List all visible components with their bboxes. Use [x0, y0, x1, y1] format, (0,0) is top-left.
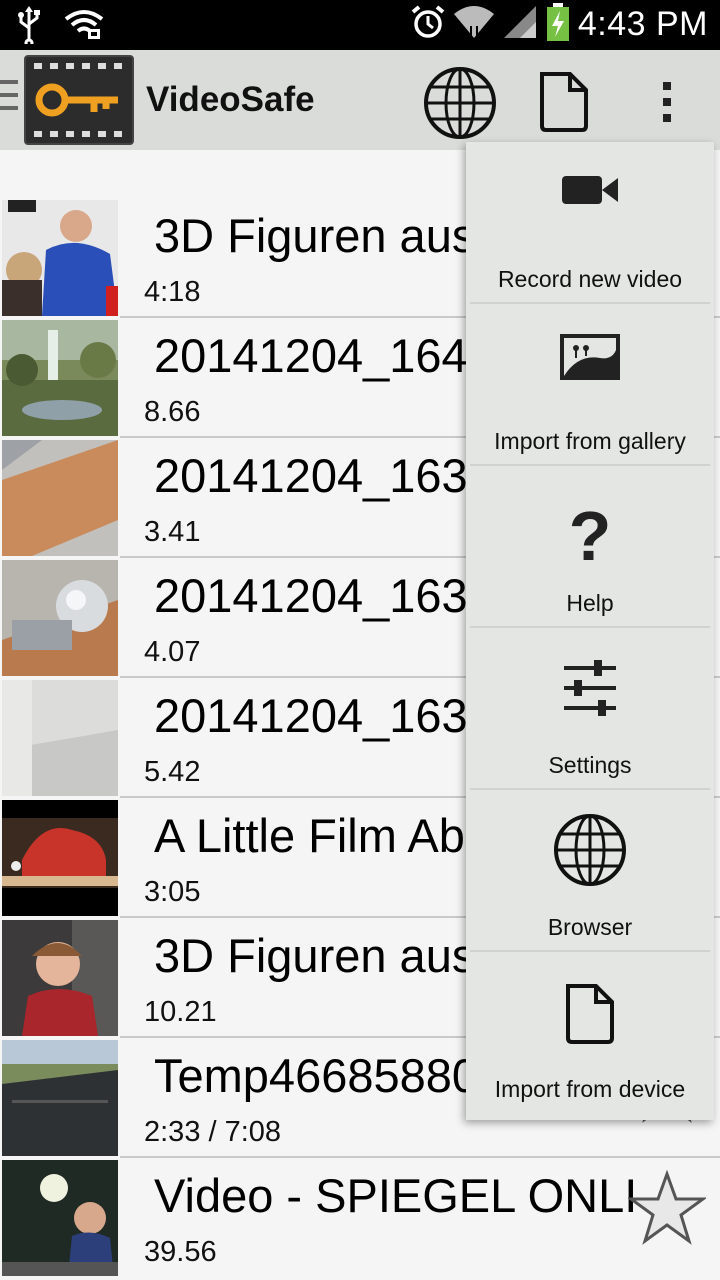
drawer-indicator-icon[interactable]	[0, 80, 18, 110]
video-duration: 3:05	[144, 876, 201, 908]
menu-item-record-new-video[interactable]: Record new video	[466, 142, 714, 304]
video-title: 20141204_164	[154, 329, 468, 382]
status-time: 4:43 PM	[577, 5, 708, 43]
video-thumbnail	[2, 320, 118, 436]
video-thumbnail	[2, 1160, 118, 1276]
video-duration: 4:18	[144, 276, 201, 308]
video-title: 20141204_163	[154, 449, 468, 502]
video-duration: 10.21	[144, 996, 217, 1028]
menu-item-label: Record new video	[497, 266, 683, 292]
video-thumbnail	[2, 560, 118, 676]
video-duration: 4.07	[144, 636, 201, 668]
video-duration: 5.42	[144, 756, 201, 788]
help-icon: ?	[568, 497, 612, 575]
settings-sliders-icon	[466, 658, 714, 718]
app-logo[interactable]	[24, 55, 134, 145]
video-title: 20141204_163	[154, 569, 468, 622]
status-bar: 4:43 PM	[0, 0, 720, 50]
video-thumbnail	[2, 920, 118, 1036]
browser-globe-icon[interactable]	[422, 65, 498, 146]
signal-icon	[502, 4, 538, 45]
list-item[interactable]: Video - SPIEGEL ONLI 39.56	[0, 1158, 720, 1278]
video-duration: 39.56	[144, 1236, 217, 1268]
video-thumbnail	[2, 800, 118, 916]
video-duration: 3.41	[144, 516, 201, 548]
menu-item-label: Import from gallery	[494, 428, 686, 454]
overflow-menu: Record new video Import from gallery ? H…	[466, 142, 714, 1120]
star-icon[interactable]	[626, 1169, 708, 1251]
video-thumbnail	[2, 1040, 118, 1156]
video-thumbnail	[2, 200, 118, 316]
app-title: VideoSafe	[146, 80, 315, 119]
wifi-icon	[453, 4, 494, 45]
menu-item-help[interactable]: ? Help	[466, 466, 714, 628]
video-title: A Little Film Ab	[154, 809, 465, 862]
document-icon	[466, 982, 714, 1046]
video-title: 20141204_163	[154, 689, 468, 742]
wifi-lock-icon	[64, 9, 104, 46]
menu-item-import-from-device[interactable]: Import from device	[466, 952, 714, 1114]
usb-icon	[16, 6, 42, 49]
video-duration: 8.66	[144, 396, 201, 428]
action-bar: VideoSafe	[0, 50, 720, 150]
menu-item-label: Help	[566, 590, 614, 616]
video-duration: 2:33 / 7:08	[144, 1116, 282, 1148]
menu-item-browser[interactable]: Browser	[466, 790, 714, 952]
document-icon[interactable]	[538, 70, 590, 139]
menu-item-label: Settings	[548, 752, 632, 778]
video-title: 3D Figuren aus	[154, 209, 476, 262]
battery-icon	[546, 2, 570, 47]
gallery-icon	[466, 334, 714, 380]
video-title: Video - SPIEGEL ONLI	[154, 1169, 638, 1222]
video-title: 3D Figuren aus	[154, 929, 476, 982]
alarm-icon	[410, 4, 446, 45]
globe-icon	[466, 812, 714, 888]
overflow-menu-icon[interactable]	[660, 80, 674, 129]
menu-item-label: Import from device	[494, 1076, 686, 1102]
video-camera-icon	[466, 170, 714, 210]
video-thumbnail	[2, 680, 118, 796]
menu-item-import-from-gallery[interactable]: Import from gallery	[466, 304, 714, 466]
menu-item-label: Browser	[547, 914, 633, 940]
video-thumbnail	[2, 440, 118, 556]
menu-item-settings[interactable]: Settings	[466, 628, 714, 790]
